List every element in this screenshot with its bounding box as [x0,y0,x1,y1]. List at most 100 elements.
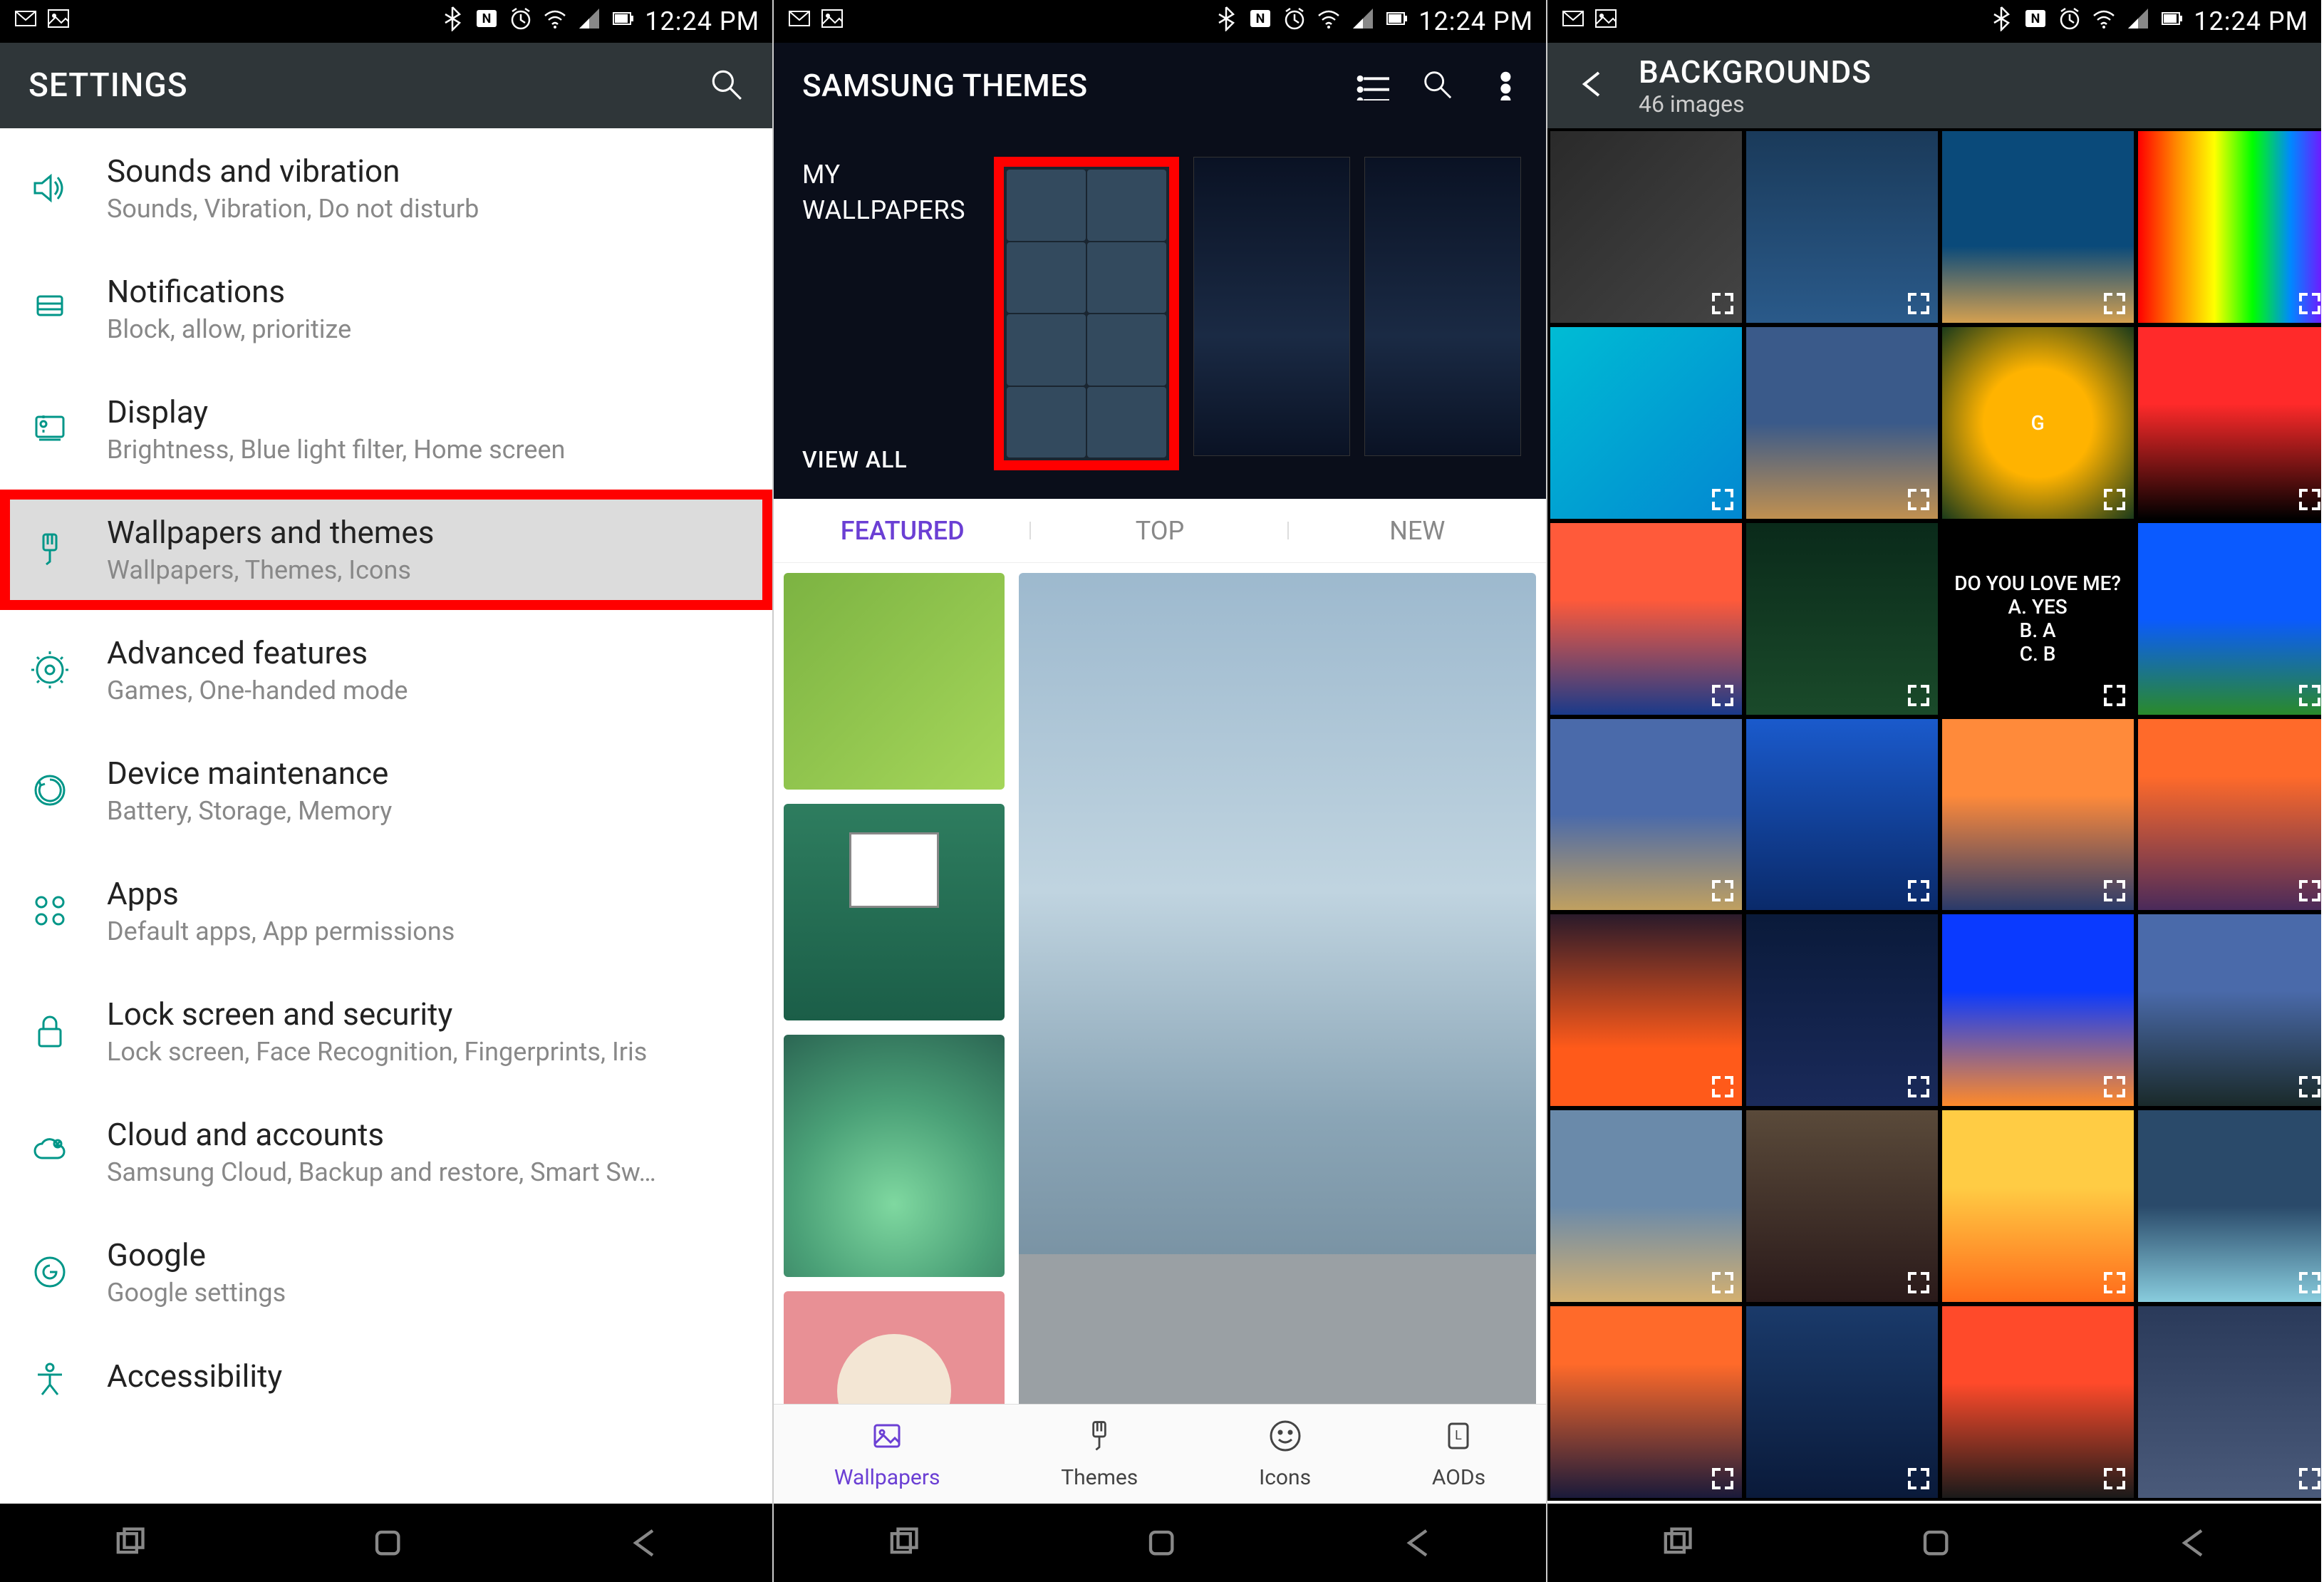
home-button[interactable] [1141,1523,1178,1563]
recents-button[interactable] [110,1523,147,1563]
settings-item-advanced-features[interactable]: Advanced features Games, One-handed mode [0,610,772,730]
expand-icon [1907,1467,1931,1491]
settings-item-title: Wallpapers and themes [107,514,434,551]
theme-card[interactable] [784,573,1005,790]
settings-item-lock-screen-and-security[interactable]: Lock screen and security Lock screen, Fa… [0,971,772,1092]
settings-item-sounds-and-vibration[interactable]: Sounds and vibration Sounds, Vibration, … [0,128,772,249]
background-thumbnail[interactable]: DO YOU LOVE ME? A. YES B. A C. B [1942,523,2134,715]
background-thumbnail[interactable] [2138,523,2321,715]
background-thumbnail[interactable] [2138,327,2321,519]
back-button[interactable] [625,1523,662,1563]
backgrounds-title: BACKGROUNDS [1639,53,1872,91]
background-thumbnail[interactable] [1746,719,1938,911]
settings-item-title: Apps [107,875,455,912]
expand-icon [2102,1271,2127,1295]
settings-item-subtitle: Samsung Cloud, Backup and restore, Smart… [107,1157,656,1187]
background-thumbnail[interactable] [1550,1306,1742,1498]
background-thumbnail[interactable] [1746,1110,1938,1302]
my-wallpapers-label: MY WALLPAPERS [802,157,965,229]
theme-card[interactable] [784,1035,1005,1277]
background-thumbnail[interactable] [1746,1306,1938,1498]
background-thumbnail[interactable] [1550,131,1742,323]
background-thumbnail[interactable] [1746,523,1938,715]
search-icon[interactable] [1421,68,1453,103]
list-icon[interactable] [1356,68,1389,103]
tab-featured[interactable]: FEATURED [774,516,1031,546]
background-thumbnail[interactable] [1942,914,2134,1106]
settings-item-subtitle: Brightness, Blue light filter, Home scre… [107,435,565,465]
nfc-icon: N [474,6,499,38]
search-icon[interactable] [708,66,744,105]
settings-item-google[interactable]: Google Google settings [0,1212,772,1333]
bluetooth-icon [1988,6,2014,38]
battery-icon [1384,6,1410,38]
bottom-nav-themes[interactable]: Themes [1061,1418,1138,1490]
settings-item-accessibility[interactable]: Accessibility [0,1333,772,1425]
background-thumbnail[interactable] [1942,719,2134,911]
gmail-icon [787,6,812,38]
expand-icon [2298,1467,2321,1491]
svg-text:N: N [482,11,492,26]
expand-icon [1907,1271,1931,1295]
maintenance-icon [28,769,71,812]
recents-button[interactable] [1658,1523,1695,1563]
background-thumbnail[interactable] [1550,523,1742,715]
settings-item-subtitle: Battery, Storage, Memory [107,796,392,826]
expand-icon [1711,1075,1735,1099]
bottom-nav-icons[interactable]: Icons [1259,1418,1311,1490]
background-thumbnail[interactable] [2138,131,2321,323]
background-thumbnail[interactable] [1942,1306,2134,1498]
back-icon[interactable] [1576,67,1610,104]
more-icon[interactable] [1485,68,1518,103]
thumbnail-text: DO YOU LOVE ME? A. YES B. A C. B [1954,572,2121,666]
background-thumbnail[interactable] [1550,719,1742,911]
background-thumbnail[interactable] [1550,1110,1742,1302]
settings-item-display[interactable]: Display Brightness, Blue light filter, H… [0,369,772,490]
background-thumbnail[interactable] [2138,719,2321,911]
background-thumbnail[interactable] [1746,327,1938,519]
background-thumbnail[interactable] [1942,1110,2134,1302]
signal-icon [2125,6,2151,38]
background-thumbnail[interactable] [1746,131,1938,323]
theme-card[interactable] [784,804,1005,1020]
wallpaper-preview-2[interactable] [1364,157,1521,456]
expand-icon [1711,879,1735,903]
background-thumbnail[interactable] [2138,914,2321,1106]
wifi-icon [2091,6,2117,38]
expand-icon [1711,291,1735,316]
settings-item-cloud-and-accounts[interactable]: Cloud and accounts Samsung Cloud, Backup… [0,1092,772,1212]
settings-item-wallpapers-and-themes[interactable]: Wallpapers and themes Wallpapers, Themes… [0,490,772,610]
my-wallpapers-gallery-thumb[interactable] [994,157,1179,470]
google-icon [28,1251,71,1293]
expand-icon [1711,487,1735,512]
background-thumbnail[interactable] [2138,1110,2321,1302]
featured-grid [774,563,1546,1501]
background-thumbnail[interactable] [2138,1306,2321,1498]
settings-item-apps[interactable]: Apps Default apps, App permissions [0,851,772,971]
back-button[interactable] [1399,1523,1436,1563]
wallpaper-preview-1[interactable] [1193,157,1350,456]
bottom-nav-aods[interactable]: L AODs [1432,1418,1485,1490]
background-thumbnail[interactable] [1550,914,1742,1106]
expand-icon [1711,683,1735,708]
home-button[interactable] [368,1523,405,1563]
settings-item-title: Google [107,1236,286,1273]
theme-card-large[interactable] [1019,573,1536,1482]
tab-new[interactable]: NEW [1289,516,1546,546]
tab-top[interactable]: TOP [1031,516,1288,546]
view-all-button[interactable]: VIEW ALL [802,446,908,473]
background-thumbnail[interactable] [1942,131,2134,323]
settings-item-title: Cloud and accounts [107,1116,656,1153]
home-button[interactable] [1916,1523,1953,1563]
expand-icon [1907,683,1931,708]
background-thumbnail[interactable]: G [1942,327,2134,519]
back-button[interactable] [2174,1523,2211,1563]
svg-text:N: N [2031,11,2040,26]
recents-button[interactable] [884,1523,921,1563]
background-thumbnail[interactable] [1746,914,1938,1106]
settings-item-device-maintenance[interactable]: Device maintenance Battery, Storage, Mem… [0,730,772,851]
background-thumbnail[interactable] [1550,327,1742,519]
settings-item-notifications[interactable]: Notifications Block, allow, prioritize [0,249,772,369]
bluetooth-icon [1213,6,1239,38]
bottom-nav-wallpapers[interactable]: Wallpapers [834,1418,940,1490]
